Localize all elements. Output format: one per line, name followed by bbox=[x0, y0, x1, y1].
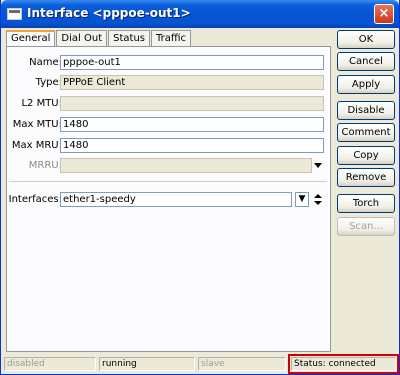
type-label: Type: bbox=[35, 77, 62, 88]
name-label: Name: bbox=[29, 57, 62, 68]
ok-button[interactable]: OK bbox=[337, 30, 395, 49]
window-title: Interface <pppoe-out1> bbox=[27, 6, 191, 20]
cancel-button[interactable]: Cancel bbox=[337, 52, 395, 71]
tab-traffic[interactable]: Traffic bbox=[151, 30, 192, 46]
close-button[interactable]: × bbox=[374, 4, 394, 24]
tab-dial-out[interactable]: Dial Out bbox=[56, 30, 108, 46]
disable-button[interactable]: Disable bbox=[337, 101, 395, 120]
tab-status[interactable]: Status bbox=[108, 30, 150, 46]
title-bar[interactable]: Interface <pppoe-out1> × bbox=[1, 0, 399, 28]
tab-strip: General Dial Out Status Traffic bbox=[6, 30, 192, 47]
interfaces-label: Interfaces: bbox=[8, 194, 62, 205]
max-mtu-row: Max MTU: 1480 bbox=[7, 117, 332, 133]
status-disabled: disabled bbox=[4, 357, 96, 371]
l2mtu-label: L2 MTU: bbox=[21, 98, 62, 109]
interfaces-dropdown-button[interactable]: ▼ bbox=[295, 192, 309, 207]
mrru-label: MRRU: bbox=[28, 160, 62, 171]
copy-button[interactable]: Copy bbox=[337, 146, 395, 165]
max-mtu-label: Max MTU: bbox=[12, 119, 62, 130]
max-mtu-input[interactable]: 1480 bbox=[60, 117, 324, 132]
mrru-dropdown-arrow-icon[interactable] bbox=[314, 163, 322, 168]
interfaces-row: Interfaces: ether1-speedy ▼ bbox=[7, 192, 332, 208]
max-mru-row: Max MRU: 1480 bbox=[7, 138, 332, 154]
name-input[interactable]: pppoe-out1 bbox=[60, 55, 324, 70]
mrru-row: MRRU: bbox=[7, 158, 332, 174]
status-running: running bbox=[99, 357, 195, 371]
max-mru-label: Max MRU: bbox=[11, 140, 62, 151]
torch-button[interactable]: Torch bbox=[337, 194, 395, 213]
name-row: Name: pppoe-out1 bbox=[7, 55, 332, 71]
type-field: PPPoE Client bbox=[60, 75, 324, 90]
interface-dialog: Interface <pppoe-out1> × General Dial Ou… bbox=[0, 0, 400, 375]
scan-button[interactable]: Scan... bbox=[337, 217, 395, 236]
apply-button[interactable]: Apply bbox=[337, 75, 395, 94]
tab-general[interactable]: General bbox=[6, 30, 56, 47]
interfaces-select[interactable]: ether1-speedy bbox=[60, 192, 292, 207]
separator bbox=[9, 181, 327, 182]
status-slave: slave bbox=[198, 357, 286, 371]
interfaces-updown-icon[interactable] bbox=[313, 192, 323, 207]
remove-button[interactable]: Remove bbox=[337, 168, 395, 187]
l2mtu-field bbox=[60, 96, 324, 111]
status-bar: disabled running slave Status: connected bbox=[1, 354, 399, 374]
l2mtu-row: L2 MTU: bbox=[7, 96, 332, 112]
type-row: Type: PPPoE Client bbox=[7, 75, 332, 91]
window-icon bbox=[7, 8, 22, 20]
mrru-select[interactable] bbox=[60, 158, 312, 173]
max-mru-input[interactable]: 1480 bbox=[60, 138, 324, 153]
general-panel: Name: pppoe-out1 Type: PPPoE Client L2 M… bbox=[6, 46, 331, 352]
comment-button[interactable]: Comment bbox=[337, 123, 395, 142]
status-highlight-box bbox=[288, 354, 399, 374]
